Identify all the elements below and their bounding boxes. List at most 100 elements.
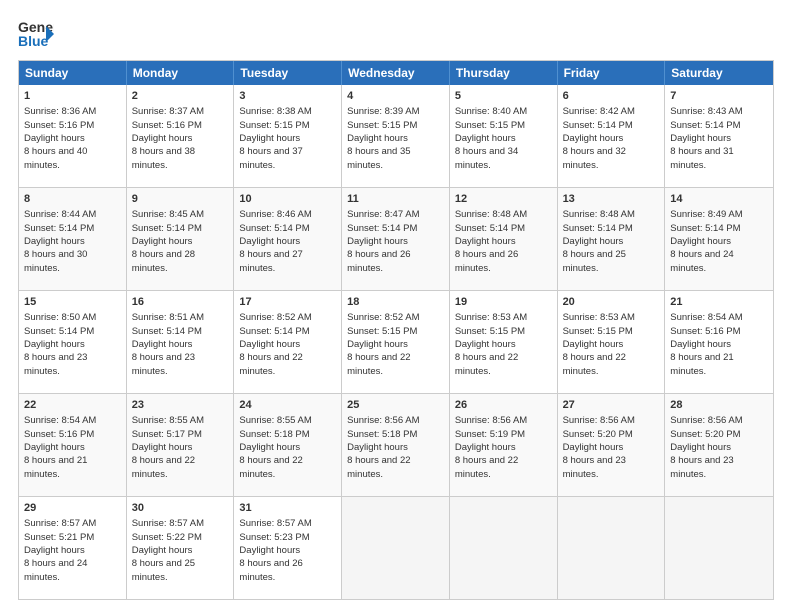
day-number: 25	[347, 398, 444, 413]
day-header-wednesday: Wednesday	[342, 61, 450, 85]
daylight-label: Daylight hours	[347, 339, 408, 350]
day-cell-23: 23 Sunrise: 8:55 AM Sunset: 5:17 PM Dayligh…	[127, 394, 235, 496]
sunset: Sunset: 5:14 PM	[24, 326, 94, 337]
sunset: Sunset: 5:14 PM	[132, 223, 202, 234]
day-number: 13	[563, 192, 660, 207]
sunrise: Sunrise: 8:56 AM	[347, 415, 419, 426]
day-cell-17: 17Sunrise: 8:52 AMSunset: 5:14 PMDayligh…	[234, 291, 342, 393]
sunrise: Sunrise: 8:44 AM	[24, 209, 96, 220]
daylight-duration: 8 hours and 26 minutes.	[455, 249, 518, 273]
daylight-label: Daylight hours	[563, 236, 624, 247]
calendar-week-5: 29Sunrise: 8:57 AMSunset: 5:21 PMDayligh…	[19, 496, 773, 599]
day-header-saturday: Saturday	[665, 61, 773, 85]
daylight-label: Daylight hours	[347, 133, 408, 144]
daylight-label: Daylight hours	[24, 339, 85, 350]
daylight-label: Daylight hours	[132, 442, 193, 453]
daylight-duration: 8 hours and 21 minutes.	[670, 352, 733, 376]
sunset: Sunset: 5:16 PM	[670, 326, 740, 337]
calendar-week-3: 15 Sunrise: 8:50 AM Sunset: 5:14 PM Dayligh…	[19, 290, 773, 393]
day-number: 28	[670, 398, 768, 413]
sunrise: Sunrise: 8:54 AM	[670, 312, 742, 323]
day-number: 14	[670, 192, 768, 207]
day-number: 9	[132, 192, 229, 207]
sunset: Sunset: 5:14 PM	[455, 223, 525, 234]
daylight-duration: 8 hours and 27 minutes.	[239, 249, 302, 273]
daylight-label: Daylight hours	[132, 339, 193, 350]
day-header-friday: Friday	[558, 61, 666, 85]
daylight-label: Daylight hours	[239, 545, 300, 556]
sunset: Sunset: 5:15 PM	[563, 326, 633, 337]
sunrise: Sunrise: 8:57 AM	[239, 518, 311, 529]
day-number: 23	[132, 398, 229, 413]
daylight-label: Daylight hours	[670, 339, 731, 350]
sunset: Sunset: 5:14 PM	[670, 223, 740, 234]
sunrise: Sunrise: 8:53 AM	[563, 312, 635, 323]
day-cell-8: 8Sunrise: 8:44 AMSunset: 5:14 PMDaylight…	[19, 188, 127, 290]
sunrise: Sunrise: 8:50 AM	[24, 312, 96, 323]
daylight-duration: 8 hours and 22 minutes.	[239, 455, 302, 479]
daylight-label: Daylight hours	[563, 339, 624, 350]
day-number: 7	[670, 89, 768, 104]
day-number: 15	[24, 295, 121, 310]
day-cell-7: 7Sunrise: 8:43 AMSunset: 5:14 PMDaylight…	[665, 85, 773, 187]
day-number: 18	[347, 295, 444, 310]
day-number: 10	[239, 192, 336, 207]
sunset: Sunset: 5:16 PM	[24, 429, 94, 440]
day-cell-26: 26Sunrise: 8:56 AMSunset: 5:19 PMDayligh…	[450, 394, 558, 496]
daylight-duration: 8 hours and 23 minutes.	[670, 455, 733, 479]
day-number: 16	[132, 295, 229, 310]
day-number: 29	[24, 501, 121, 516]
logo: General Blue	[18, 16, 54, 52]
day-cell-31: 31Sunrise: 8:57 AMSunset: 5:23 PMDayligh…	[234, 497, 342, 599]
day-header-thursday: Thursday	[450, 61, 558, 85]
day-number: 24	[239, 398, 336, 413]
sunset: Sunset: 5:18 PM	[347, 429, 417, 440]
calendar-week-1: 1Sunrise: 8:36 AMSunset: 5:16 PMDaylight…	[19, 85, 773, 187]
daylight-duration: 8 hours and 23 minutes.	[24, 352, 87, 376]
sunrise: Sunrise: 8:53 AM	[455, 312, 527, 323]
daylight-duration: 8 hours and 22 minutes.	[347, 352, 410, 376]
sunset: Sunset: 5:16 PM	[24, 120, 94, 131]
daylight-label: Daylight hours	[670, 236, 731, 247]
daylight-duration: 8 hours and 32 minutes.	[563, 146, 626, 170]
day-cell-18: 18Sunrise: 8:52 AMSunset: 5:15 PMDayligh…	[342, 291, 450, 393]
daylight-duration: 8 hours and 40 minutes.	[24, 146, 87, 170]
day-cell-3: 3Sunrise: 8:38 AMSunset: 5:15 PMDaylight…	[234, 85, 342, 187]
day-cell-16: 16Sunrise: 8:51 AMSunset: 5:14 PMDayligh…	[127, 291, 235, 393]
sunrise: Sunrise: 8:48 AM	[455, 209, 527, 220]
day-number: 3	[239, 89, 336, 104]
sunrise: Sunrise: 8:48 AM	[563, 209, 635, 220]
logo-icon: General Blue	[18, 16, 54, 52]
sunset: Sunset: 5:17 PM	[132, 429, 202, 440]
daylight-duration: 8 hours and 26 minutes.	[347, 249, 410, 273]
day-cell-29: 29Sunrise: 8:57 AMSunset: 5:21 PMDayligh…	[19, 497, 127, 599]
day-cell-1: 1Sunrise: 8:36 AMSunset: 5:16 PMDaylight…	[19, 85, 127, 187]
day-number: 2	[132, 89, 229, 104]
sunrise: Sunrise: 8:56 AM	[455, 415, 527, 426]
daylight-label: Daylight hours	[455, 236, 516, 247]
day-cell-24: 24Sunrise: 8:55 AMSunset: 5:18 PMDayligh…	[234, 394, 342, 496]
daylight-label: Daylight hours	[455, 442, 516, 453]
daylight-label: Daylight hours	[24, 442, 85, 453]
sunrise: Sunrise: 8:54 AM	[24, 415, 96, 426]
daylight-duration: 8 hours and 26 minutes.	[239, 558, 302, 582]
day-header-tuesday: Tuesday	[234, 61, 342, 85]
svg-text:Blue: Blue	[18, 33, 49, 49]
sunset: Sunset: 5:14 PM	[239, 223, 309, 234]
day-cell-19: 19Sunrise: 8:53 AMSunset: 5:15 PMDayligh…	[450, 291, 558, 393]
calendar-week-2: 8Sunrise: 8:44 AMSunset: 5:14 PMDaylight…	[19, 187, 773, 290]
sunrise: Sunrise: 8:55 AM	[132, 415, 204, 426]
daylight-duration: 8 hours and 25 minutes.	[132, 558, 195, 582]
day-cell-27: 27Sunrise: 8:56 AMSunset: 5:20 PMDayligh…	[558, 394, 666, 496]
daylight-label: Daylight hours	[455, 339, 516, 350]
daylight-duration: 8 hours and 24 minutes.	[670, 249, 733, 273]
day-cell-13: 13Sunrise: 8:48 AMSunset: 5:14 PMDayligh…	[558, 188, 666, 290]
sunset: Sunset: 5:15 PM	[455, 326, 525, 337]
sunrise: Sunrise: 8:46 AM	[239, 209, 311, 220]
day-number: 17	[239, 295, 336, 310]
daylight-label: Daylight hours	[670, 133, 731, 144]
daylight-label: Daylight hours	[455, 133, 516, 144]
sunrise: Sunrise: 8:36 AM	[24, 106, 96, 117]
sunset: Sunset: 5:14 PM	[563, 120, 633, 131]
daylight-label: Daylight hours	[132, 133, 193, 144]
